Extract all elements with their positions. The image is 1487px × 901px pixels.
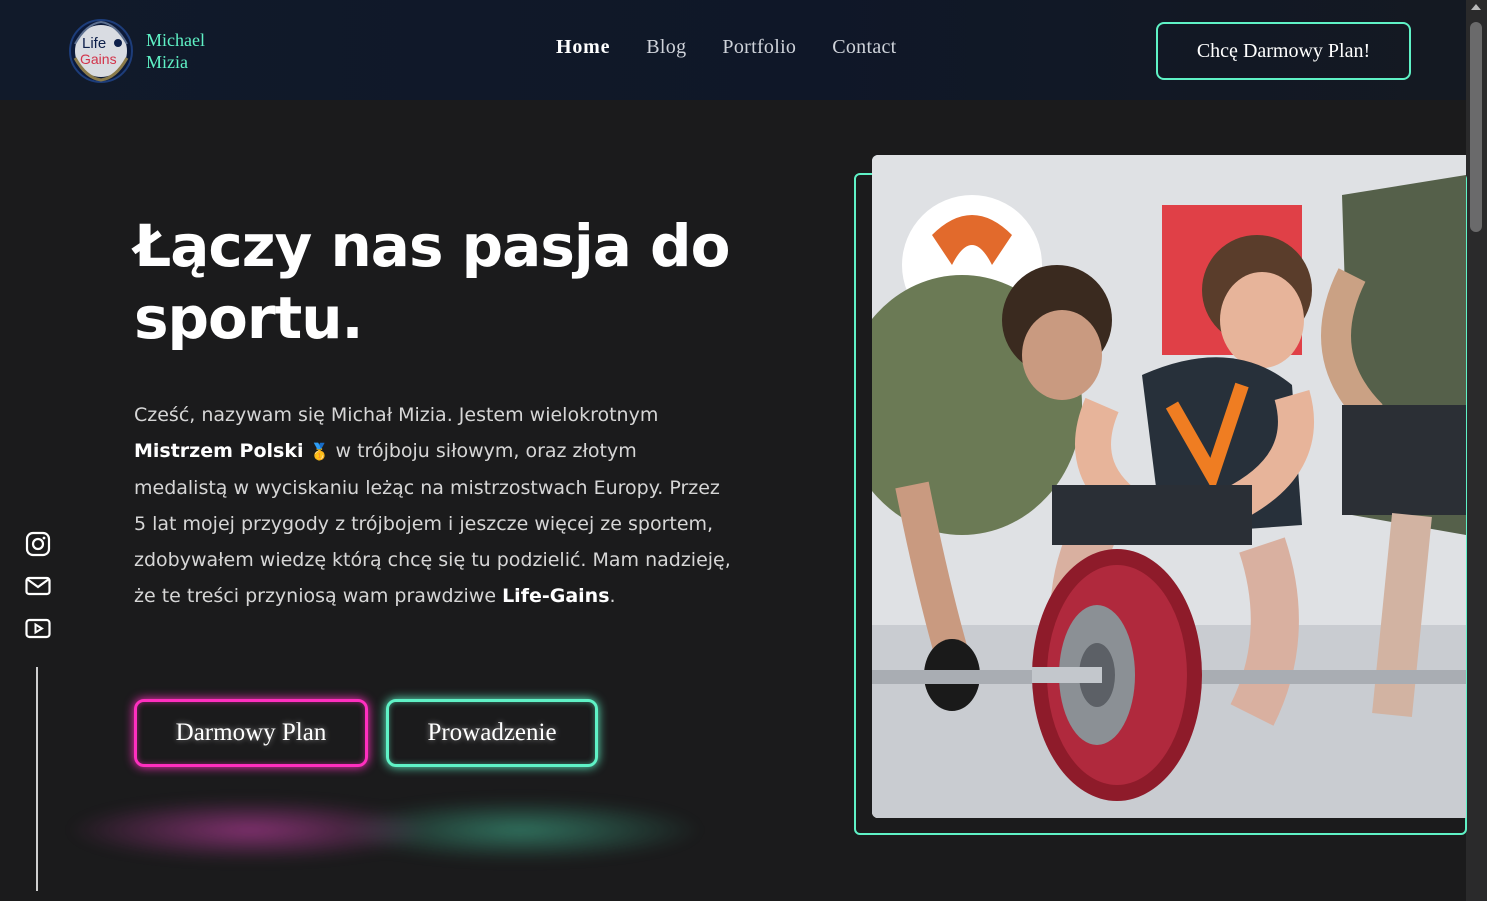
free-plan-header-button[interactable]: Chcę Darmowy Plan! <box>1156 22 1411 80</box>
youtube-icon[interactable] <box>24 614 52 642</box>
hero-title: Łączy nas pasja do sportu. <box>134 210 774 354</box>
brand[interactable]: Life Gains Michael Mizia <box>66 18 205 84</box>
brand-name: Michael Mizia <box>146 29 205 73</box>
nav-contact[interactable]: Contact <box>832 36 896 59</box>
page-scrollbar[interactable] <box>1466 0 1487 901</box>
social-links <box>24 530 52 642</box>
brand-name-line1: Michael <box>146 30 205 50</box>
nav-home[interactable]: Home <box>556 36 610 59</box>
instagram-icon[interactable] <box>24 530 52 558</box>
hero-photo-deadlift <box>872 155 1466 818</box>
main-nav: Home Blog Portfolio Contact <box>556 36 897 59</box>
scroll-thumb[interactable] <box>1470 22 1482 232</box>
hero-title-line2: sportu. <box>134 284 364 352</box>
svg-text:Life: Life <box>82 35 106 52</box>
nav-blog[interactable]: Blog <box>646 36 686 59</box>
hero-text-bold-champion: Mistrzem Polski <box>134 440 304 462</box>
nav-portfolio[interactable]: Portfolio <box>722 36 796 59</box>
hero-text-part1: Cześć, nazywam się Michał Mizia. Jestem … <box>134 404 659 426</box>
hero-text-bold-lifegains: Life-Gains <box>502 585 610 607</box>
social-divider-line <box>36 667 38 891</box>
top-navbar: Life Gains Michael Mizia Home Blog Portf… <box>0 0 1466 100</box>
brand-name-line2: Mizia <box>146 52 188 72</box>
gold-medal-icon: 🥇 <box>309 442 330 461</box>
svg-text:Gains: Gains <box>80 51 117 67</box>
hero-text-end: . <box>609 585 616 607</box>
life-gains-logo: Life Gains <box>66 18 136 84</box>
coaching-button[interactable]: Prowadzenie <box>386 699 598 767</box>
scroll-up-arrow-icon[interactable] <box>1471 4 1481 10</box>
hero-title-line1: Łączy nas pasja do <box>134 212 730 280</box>
hero-description: Cześć, nazywam się Michał Mizia. Jestem … <box>134 397 734 614</box>
decorative-glow <box>20 790 820 901</box>
hero-text-part2: w trójboju siłowym, oraz złotym medalist… <box>134 440 731 607</box>
mail-icon[interactable] <box>24 572 52 600</box>
free-plan-button[interactable]: Darmowy Plan <box>134 699 368 767</box>
